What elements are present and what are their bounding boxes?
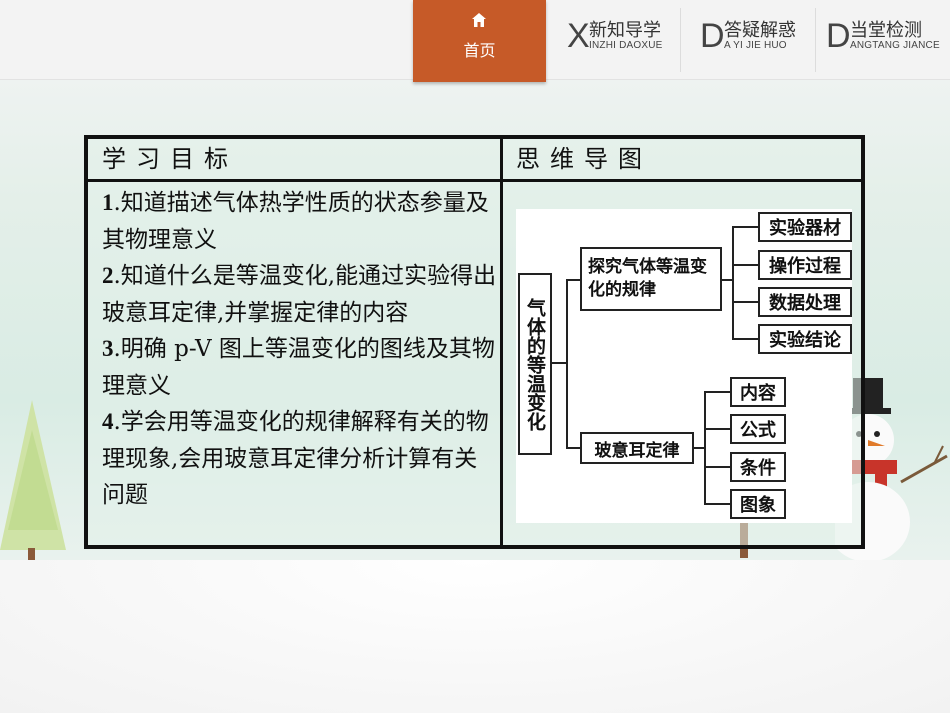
mindmap-leaf-node: 数据处理 [758,287,852,317]
nav-xinzhi-daoxue[interactable]: X 新知导学 INZHI DAOXUE [567,18,677,58]
home-tab-button[interactable]: 首页 [413,0,546,82]
learning-objectives-header: 学习目标 [102,145,238,173]
mindmap-leaf-node: 条件 [730,452,786,482]
table-column-divider [500,139,503,545]
nav-label: 答疑解惑 [724,20,796,41]
mindmap-leaf-node: 实验结论 [758,324,852,354]
nav-label: 新知导学 [589,20,661,41]
objective-item: 3.明确 p-V 图上等温变化的图线及其物理意义 [102,336,495,399]
mindmap-leaf-node: 操作过程 [758,250,852,280]
nav-pinyin: A YI JIE HUO [724,40,787,51]
connector-line [732,301,758,303]
nav-pinyin: ANGTANG JIANCE [850,40,940,51]
nav-initial-letter: X [567,17,590,55]
connector-line [704,391,706,505]
mind-map-header: 思维导图 [516,145,652,173]
nav-pinyin: INZHI DAOXUE [589,40,663,51]
mindmap-leaf-node: 图象 [730,489,786,519]
home-tab-label: 首页 [463,41,496,60]
nav-label: 当堂检测 [850,20,922,41]
nav-initial-letter: D [700,17,725,55]
connector-line [704,428,730,430]
objective-item: 2.知道什么是等温变化,能通过实验得出玻意耳定律,并掌握定律的内容 [102,263,497,326]
mindmap-branch-experiment: 探究气体等温变化的规律 [580,247,722,311]
nav-divider [680,8,681,72]
connector-line [704,391,730,393]
connector-line [704,466,730,468]
objective-item: 1.知道描述气体热学性质的状态参量及其物理意义 [102,190,489,253]
connector-line [732,264,758,266]
connector-line [732,338,758,340]
home-icon [472,13,486,27]
connector-line [566,447,580,449]
nav-initial-letter: D [826,17,851,55]
connector-line [566,279,580,281]
connector-line [552,362,566,364]
objective-item: 4.学会用等温变化的规律解释有关的物理现象,会用玻意耳定律分析计算有关问题 [102,409,489,508]
connector-line [722,279,732,281]
objectives-mindmap-table: 学习目标 思维导图 1.知道描述气体热学性质的状态参量及其物理意义 2.知道什么… [84,135,865,549]
mind-map-diagram: 气体的等温变化 探究气体等温变化的规律 实验器材 操作过程 数据处理 实验结论 … [516,209,852,523]
table-header-divider [88,179,861,182]
mindmap-leaf-node: 公式 [730,414,786,444]
connector-line [566,279,568,449]
mindmap-root-node: 气体的等温变化 [518,273,552,455]
nav-dangtang-jiance[interactable]: D 当堂检测 ANGTANG JIANCE [826,18,948,58]
connector-line [694,447,704,449]
mindmap-leaf-node: 内容 [730,377,786,407]
mindmap-branch-boyle-law: 玻意耳定律 [580,432,694,464]
tree-left-decoration [0,400,66,578]
nav-divider [815,8,816,72]
connector-line [704,503,730,505]
learning-objectives-list: 1.知道描述气体热学性质的状态参量及其物理意义 2.知道什么是等温变化,能通过实… [102,185,497,514]
top-navigation-bar: 首页 X 新知导学 INZHI DAOXUE D 答疑解惑 A YI JIE H… [0,0,950,82]
snow-ground-decoration [0,560,950,713]
connector-line [732,226,734,339]
nav-dayi-jiehuo[interactable]: D 答疑解惑 A YI JIE HUO [700,18,810,58]
mindmap-leaf-node: 实验器材 [758,212,852,242]
connector-line [732,226,758,228]
